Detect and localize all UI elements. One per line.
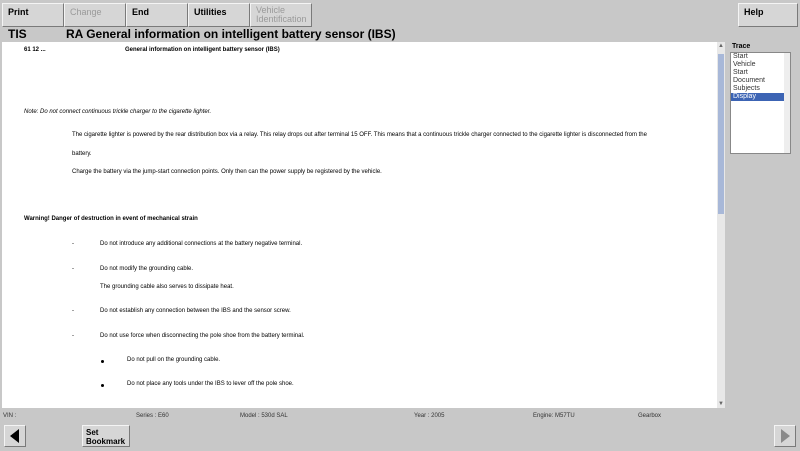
- trace-item-vehicle[interactable]: Vehicle: [731, 61, 790, 69]
- page-title: RA General information on intelligent ba…: [66, 27, 396, 41]
- list-item-2: Do not modify the grounding cable.: [100, 266, 194, 272]
- list-item-2-sub: The grounding cable also serves to dissi…: [100, 284, 234, 290]
- document-pane: 61 12 ... General information on intelli…: [2, 42, 717, 408]
- app-name: TIS: [8, 27, 27, 41]
- scroll-up-arrow-icon[interactable]: ▲: [717, 42, 725, 50]
- vehicle-status-bar: VIN : Series : E60 Model : 530d SAL Year…: [0, 412, 800, 422]
- note-text: Note: Do not connect continuous trickle …: [24, 109, 212, 115]
- paragraph-1: The cigarette lighter is powered by the …: [72, 132, 647, 138]
- trace-label: Trace: [732, 43, 751, 50]
- engine-value: Engine: M57TU: [533, 413, 575, 419]
- year-value: Year : 2005: [414, 413, 445, 419]
- bullet-marker: [101, 384, 104, 387]
- vehicle-id-line2: Identification: [256, 14, 307, 24]
- paragraph-2: Charge the battery via the jump-start co…: [72, 169, 382, 175]
- doc-ref: 61 12 ...: [24, 47, 46, 53]
- trace-item-display[interactable]: Display: [731, 93, 790, 101]
- end-button[interactable]: End: [126, 3, 188, 27]
- set-bookmark-button[interactable]: Set Bookmark: [82, 425, 130, 447]
- back-arrow-icon: [10, 429, 19, 443]
- dash-marker: -: [72, 241, 74, 247]
- warning-heading: Warning! Danger of destruction in event …: [24, 216, 198, 222]
- dash-marker: -: [72, 266, 74, 272]
- dash-marker: -: [72, 333, 74, 339]
- print-button[interactable]: Print: [2, 3, 64, 27]
- series-value: Series : E60: [136, 413, 169, 419]
- dash-marker: -: [72, 308, 74, 314]
- trace-item-start-2[interactable]: Start: [731, 69, 790, 77]
- bullet-marker: [101, 360, 104, 363]
- title-bar: TIS RA General information on intelligen…: [0, 27, 800, 42]
- trace-scrollbar[interactable]: [784, 53, 790, 153]
- trace-item-document[interactable]: Document: [731, 77, 790, 85]
- doc-heading: General information on intelligent batte…: [125, 47, 280, 53]
- bullet-item-2: Do not place any tools under the IBS to …: [127, 381, 294, 387]
- bullet-item-1: Do not pull on the grounding cable.: [127, 357, 221, 363]
- vehicle-identification-button[interactable]: Vehicle Identification: [250, 3, 312, 27]
- vin-label: VIN :: [3, 413, 17, 419]
- paragraph-1-cont: battery.: [72, 151, 92, 157]
- list-item-4: Do not use force when disconnecting the …: [100, 333, 305, 339]
- utilities-button[interactable]: Utilities: [188, 3, 250, 27]
- trace-list[interactable]: Start Vehicle Start Document Subjects Di…: [730, 52, 791, 154]
- model-value: Model : 530d SAL: [240, 413, 288, 419]
- scroll-down-arrow-icon[interactable]: ▼: [717, 400, 725, 408]
- back-button[interactable]: [4, 425, 26, 447]
- help-button[interactable]: Help: [738, 3, 798, 27]
- document-scrollbar[interactable]: ▲ ▼: [717, 42, 725, 408]
- gearbox-label: Gearbox: [638, 413, 662, 419]
- bookmark-label-line2: Bookmark: [86, 437, 126, 446]
- change-button[interactable]: Change: [64, 3, 126, 27]
- trace-item-start[interactable]: Start: [731, 53, 790, 61]
- trace-item-subjects[interactable]: Subjects: [731, 85, 790, 93]
- list-item-1: Do not introduce any additional connecti…: [100, 241, 303, 247]
- scroll-thumb[interactable]: [718, 54, 724, 214]
- forward-button[interactable]: [774, 425, 796, 447]
- toolbar: Print Change End Utilities Vehicle Ident…: [0, 0, 800, 28]
- forward-arrow-icon: [781, 429, 790, 443]
- bottom-bar: Set Bookmark: [0, 423, 800, 451]
- list-item-3: Do not establish any connection between …: [100, 308, 291, 314]
- bookmark-label-line1: Set: [86, 428, 99, 437]
